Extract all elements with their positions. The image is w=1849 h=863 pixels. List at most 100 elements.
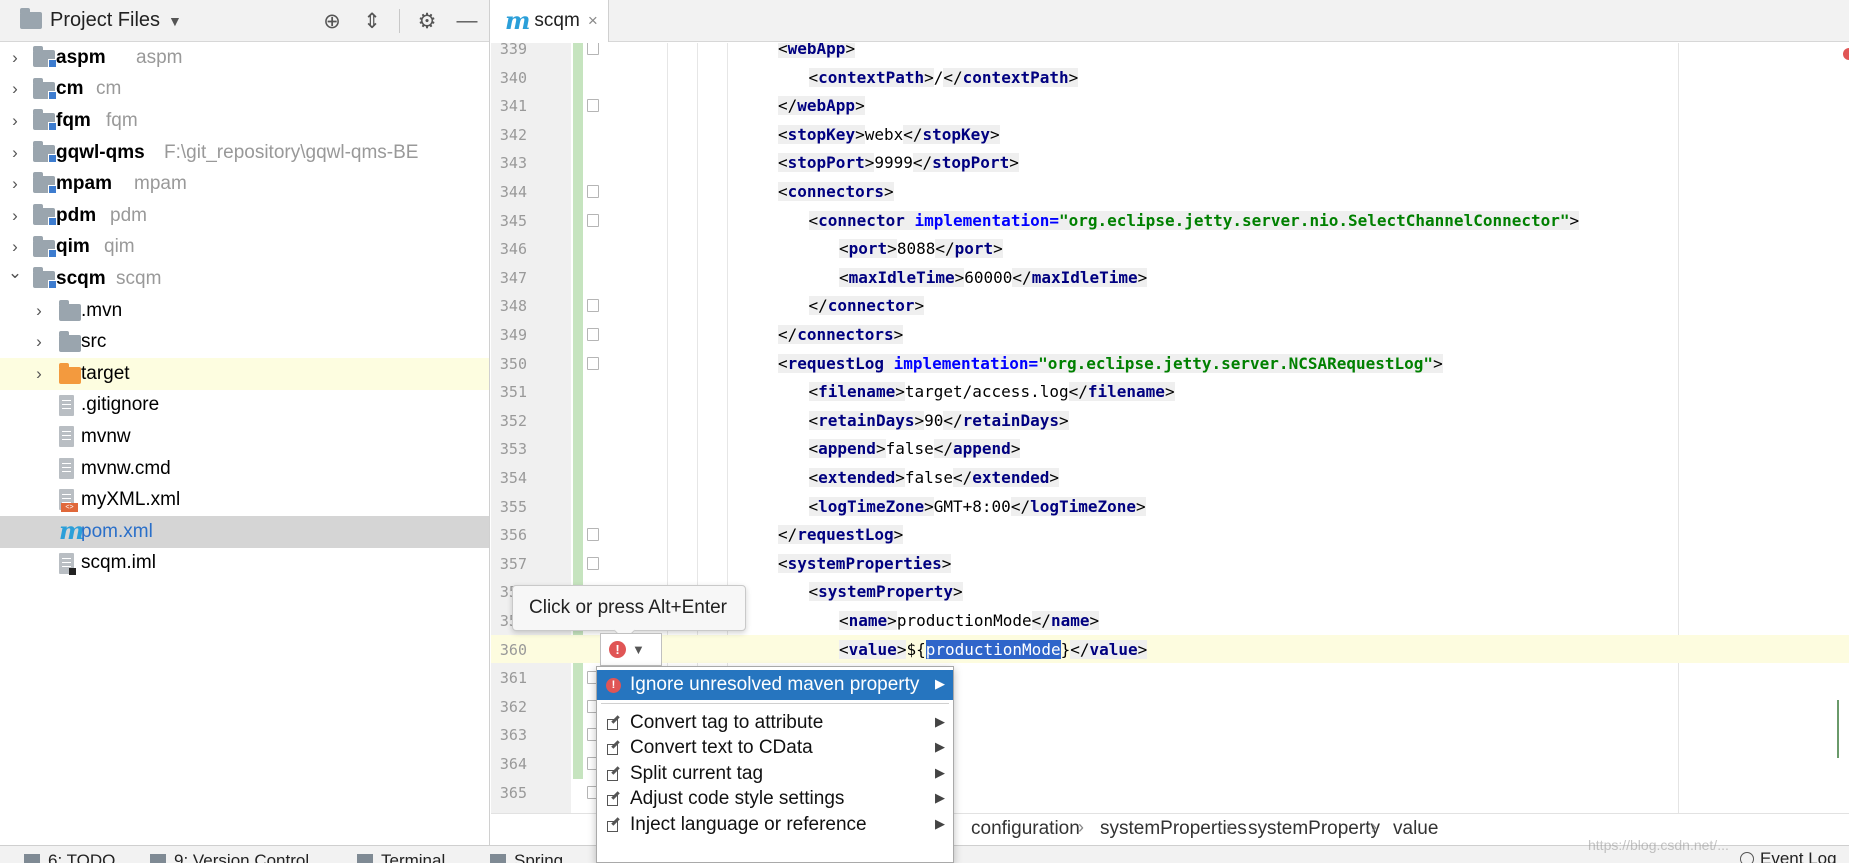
tool-window-button[interactable]: 6: TODO: [24, 851, 115, 863]
line-number[interactable]: 361: [491, 669, 527, 687]
fold-marker-icon[interactable]: [587, 213, 599, 227]
locate-icon[interactable]: ⊕: [319, 8, 345, 34]
fold-marker-icon[interactable]: [587, 43, 599, 55]
tree-item-gqwl-qms[interactable]: › gqwl-qms F:\git_repository\gqwl-qms-BE: [0, 137, 489, 169]
code-line[interactable]: 360 <value>${productionMode}</value>: [491, 634, 1849, 664]
chevron-right-icon[interactable]: ›: [6, 206, 24, 226]
tree-item-mpam[interactable]: › mpam mpam: [0, 168, 489, 200]
breadcrumb-item[interactable]: systemProperties: [1100, 818, 1247, 840]
line-number[interactable]: 357: [491, 555, 527, 573]
fold-marker-icon[interactable]: [587, 356, 599, 370]
breadcrumb-item[interactable]: configuration: [971, 818, 1080, 840]
line-number[interactable]: 352: [491, 412, 527, 430]
line-number[interactable]: 356: [491, 526, 527, 544]
code-line[interactable]: 350 <requestLog implementation="org.eclip…: [491, 349, 1849, 378]
line-number[interactable]: 343: [491, 154, 527, 172]
tree-item-myxml-xml[interactable]: <> myXML.xml: [0, 484, 489, 516]
tree-item-qim[interactable]: › qim qim: [0, 232, 489, 264]
code-line[interactable]: 342 <stopKey>webx</stopKey>: [491, 120, 1849, 149]
code-line[interactable]: 343 <stopPort>9999</stopPort>: [491, 148, 1849, 177]
line-number[interactable]: 353: [491, 440, 527, 458]
code-line[interactable]: 341 </webApp>: [491, 91, 1849, 120]
menu-item-inject-language-or-reference[interactable]: Inject language or reference ▶: [597, 810, 953, 840]
fold-marker-icon[interactable]: [587, 99, 599, 113]
chevron-right-icon[interactable]: ›: [6, 48, 24, 68]
fold-marker-icon[interactable]: [587, 556, 599, 570]
tree-item-pdm[interactable]: › pdm pdm: [0, 200, 489, 232]
close-icon[interactable]: ×: [588, 11, 598, 31]
breadcrumb-item[interactable]: systemProperty: [1248, 818, 1380, 840]
line-number[interactable]: 362: [491, 698, 527, 716]
fold-marker-icon[interactable]: [587, 528, 599, 542]
line-number[interactable]: 350: [491, 355, 527, 373]
chevron-right-icon[interactable]: ›: [6, 237, 24, 257]
code-line[interactable]: 356 </requestLog>: [491, 520, 1849, 549]
intention-bulb[interactable]: ! ▼: [600, 633, 662, 666]
tree-item-scqm[interactable]: ⌄ scqm scqm: [0, 263, 489, 295]
line-number[interactable]: 341: [491, 97, 527, 115]
line-number[interactable]: 340: [491, 69, 527, 87]
line-number[interactable]: 360: [491, 641, 527, 659]
line-number[interactable]: 351: [491, 383, 527, 401]
menu-item-ignore-unresolved-maven-property[interactable]: ! Ignore unresolved maven property ▶: [597, 670, 953, 700]
tool-window-button[interactable]: Spring: [490, 851, 563, 863]
fold-marker-icon[interactable]: [587, 299, 599, 313]
tab-scqm[interactable]: m scqm ×: [491, 0, 609, 42]
tree-item-mvn[interactable]: › .mvn: [0, 295, 489, 327]
chevron-down-icon[interactable]: ⌄: [6, 263, 24, 283]
line-number[interactable]: 348: [491, 297, 527, 315]
code-line[interactable]: 347 <maxIdleTime>60000</maxIdleTime>: [491, 263, 1849, 292]
error-stripe-icon[interactable]: [1843, 48, 1849, 60]
code-line[interactable]: 339 <webApp>: [491, 43, 1849, 63]
tree-item-mvnw-cmd[interactable]: mvnw.cmd: [0, 453, 489, 485]
chevron-right-icon[interactable]: ›: [6, 111, 24, 131]
code-line[interactable]: 355 <logTimeZone>GMT+8:00</logTimeZone>: [491, 492, 1849, 521]
tree-item-src[interactable]: › src: [0, 326, 489, 358]
event-log-button[interactable]: Event Log: [1740, 849, 1837, 863]
code-line[interactable]: 351 <filename>target/access.log</filename…: [491, 377, 1849, 406]
tree-item-gitignore[interactable]: .gitignore: [0, 390, 489, 422]
line-number[interactable]: 349: [491, 326, 527, 344]
tree-item-fqm[interactable]: › fqm fqm: [0, 105, 489, 137]
collapse-all-icon[interactable]: ⇕: [359, 8, 385, 34]
code-line[interactable]: 345 <connector implementation="org.eclips…: [491, 206, 1849, 235]
tree-item-cm[interactable]: › cm cm: [0, 74, 489, 106]
chevron-right-icon[interactable]: ›: [6, 79, 24, 99]
project-view-selector[interactable]: Project Files ▼: [20, 8, 182, 32]
code-line[interactable]: 353 <append>false</append>: [491, 434, 1849, 463]
code-line[interactable]: 354 <extended>false</extended>: [491, 463, 1849, 492]
line-number[interactable]: 344: [491, 183, 527, 201]
fold-marker-icon[interactable]: [587, 328, 599, 341]
selected-text[interactable]: productionMode: [925, 639, 1061, 659]
line-number[interactable]: 354: [491, 469, 527, 487]
code-line[interactable]: 349 </connectors>: [491, 320, 1849, 349]
scrollbar-marker[interactable]: [1837, 700, 1849, 758]
tool-window-button[interactable]: Terminal: [357, 851, 445, 863]
line-number[interactable]: 347: [491, 269, 527, 287]
code-line[interactable]: 357 <systemProperties>: [491, 549, 1849, 578]
gear-icon[interactable]: ⚙: [414, 8, 440, 34]
code-line[interactable]: 352 <retainDays>90</retainDays>: [491, 406, 1849, 435]
tree-item-mvnw[interactable]: mvnw: [0, 421, 489, 453]
tree-item-aspm[interactable]: › aspm aspm: [0, 42, 489, 74]
chevron-right-icon[interactable]: ›: [30, 332, 48, 352]
line-number[interactable]: 363: [491, 726, 527, 744]
tree-item-pom-xml[interactable]: m pom.xml: [0, 515, 489, 548]
chevron-right-icon[interactable]: ›: [6, 143, 24, 163]
fold-marker-icon[interactable]: [587, 185, 599, 198]
tree-item-scqm-iml[interactable]: scqm.iml: [0, 548, 489, 580]
code-line[interactable]: 348 </connector>: [491, 291, 1849, 320]
code-line[interactable]: 344 <connectors>: [491, 177, 1849, 206]
line-number[interactable]: 345: [491, 212, 527, 230]
tree-item-target[interactable]: › target: [0, 357, 489, 390]
line-number[interactable]: 339: [491, 43, 527, 58]
line-number[interactable]: 342: [491, 126, 527, 144]
hide-icon[interactable]: —: [454, 8, 480, 34]
tool-window-button[interactable]: 9: Version Control: [150, 851, 309, 863]
chevron-right-icon[interactable]: ›: [6, 174, 24, 194]
line-number[interactable]: 355: [491, 498, 527, 516]
chevron-right-icon[interactable]: ›: [30, 364, 48, 384]
breadcrumb-item[interactable]: value: [1393, 818, 1438, 840]
chevron-right-icon[interactable]: ›: [30, 301, 48, 321]
code-line[interactable]: 346 <port>8088</port>: [491, 234, 1849, 263]
